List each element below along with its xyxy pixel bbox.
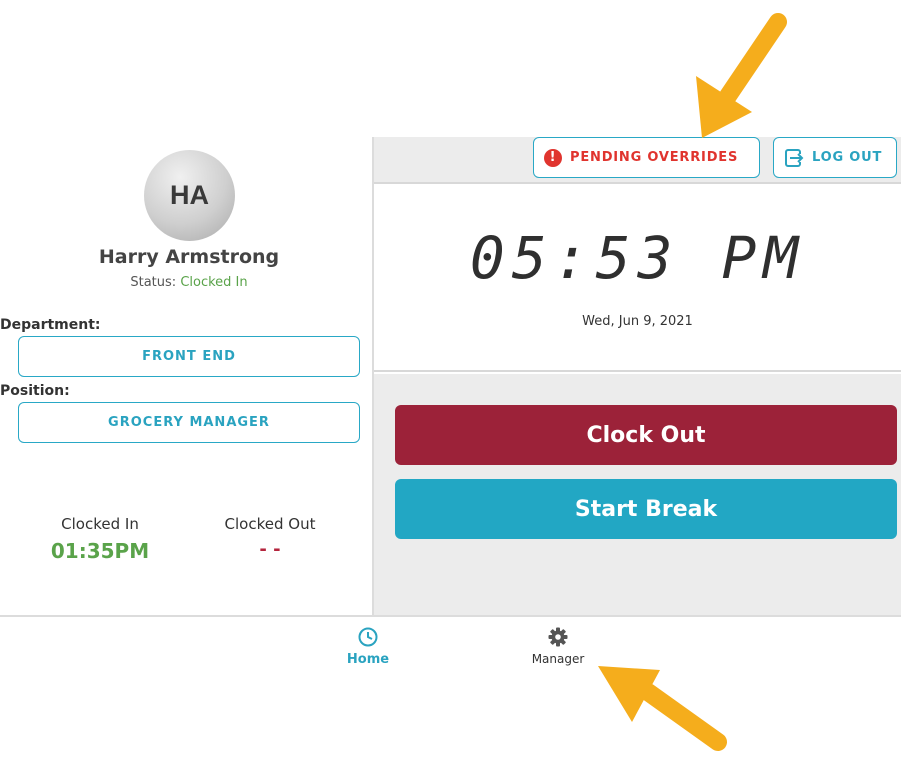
user-name: Harry Armstrong	[98, 246, 280, 268]
nav-home-label: Home	[346, 652, 390, 667]
position-value: GROCERY MANAGER	[108, 415, 270, 430]
department-label: Department:	[0, 317, 101, 333]
nav-home[interactable]: Home	[340, 626, 396, 667]
clocked-in-value: 01:35PM	[50, 539, 150, 563]
clocked-out-summary: Clocked Out - -	[200, 515, 340, 560]
gear-icon	[547, 626, 569, 648]
position-label: Position:	[0, 383, 70, 399]
current-date: Wed, Jun 9, 2021	[582, 314, 693, 329]
actions-panel: Clock Out Start Break	[374, 374, 901, 615]
status-value: Clocked In	[180, 275, 248, 290]
status-prefix: Status:	[130, 275, 177, 290]
clock-icon	[357, 626, 379, 648]
log-out-button[interactable]: LOG OUT	[773, 137, 897, 178]
horizontal-divider	[0, 615, 901, 617]
department-value: FRONT END	[142, 349, 236, 364]
avatar: HA	[144, 150, 235, 241]
logout-icon	[784, 148, 804, 168]
top-toolbar: ! PENDING OVERRIDES LOG OUT	[374, 137, 901, 184]
status-line: Status: Clocked In	[0, 275, 378, 290]
position-select[interactable]: GROCERY MANAGER	[18, 402, 360, 443]
pending-overrides-label: PENDING OVERRIDES	[570, 150, 739, 165]
profile-panel: HA Harry Armstrong Status: Clocked In De…	[0, 137, 372, 615]
arrow-to-pending-overrides	[696, 13, 787, 138]
clocked-in-summary: Clocked In 01:35PM	[30, 515, 170, 563]
clocked-out-value: - -	[259, 539, 281, 560]
exclamation-circle-icon: !	[544, 148, 562, 167]
log-out-label: LOG OUT	[812, 150, 883, 165]
pending-overrides-button[interactable]: ! PENDING OVERRIDES	[533, 137, 760, 178]
department-select[interactable]: FRONT END	[18, 336, 360, 377]
clock-display: 05:53 PM Wed, Jun 9, 2021	[374, 186, 901, 372]
start-break-button[interactable]: Start Break	[395, 479, 897, 539]
clocked-in-label: Clocked In	[61, 515, 139, 533]
clock-out-button[interactable]: Clock Out	[395, 405, 897, 465]
nav-manager-label: Manager	[531, 652, 585, 666]
nav-manager[interactable]: Manager	[522, 626, 594, 666]
clocked-out-label: Clocked Out	[224, 515, 316, 533]
arrow-to-manager	[598, 666, 727, 751]
current-time: 05:53 PM	[469, 224, 806, 292]
